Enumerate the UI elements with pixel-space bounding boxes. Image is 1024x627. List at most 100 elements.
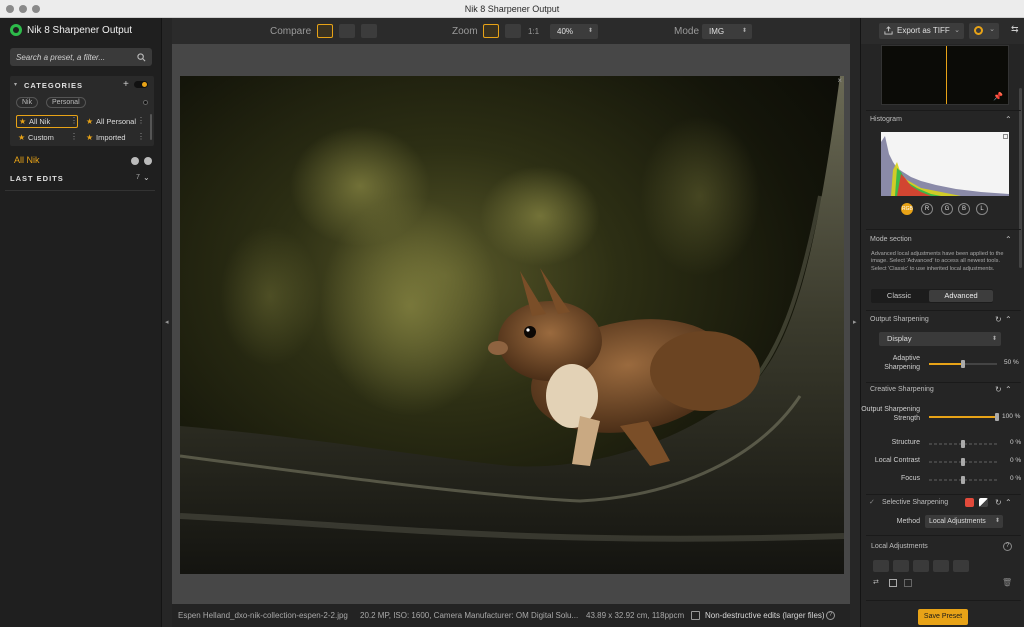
mode-advanced-button[interactable]: Advanced xyxy=(929,290,993,302)
status-metadata: 20.2 MP, ISO: 1600, Camera Manufacturer:… xyxy=(360,611,579,620)
reset-icon[interactable]: ↻ xyxy=(995,385,1002,394)
minimize-window-button[interactable] xyxy=(19,5,27,13)
categories-header: CATEGORIES xyxy=(24,81,84,90)
zoom-one-to-one-button[interactable]: 1:1 xyxy=(528,27,539,36)
mode-value: IMG xyxy=(709,27,725,36)
categories-panel: ▾ CATEGORIES + Nik Personal ★ All Nik ⋮ … xyxy=(10,76,154,146)
last-edits-header[interactable]: LAST EDITS xyxy=(10,174,64,183)
channel-r-button[interactable]: R xyxy=(921,203,933,215)
adaptive-sharpening-value: 50 % xyxy=(1004,359,1019,366)
output-sharpening-strength-slider[interactable] xyxy=(929,413,999,421)
selective-color-swatch[interactable] xyxy=(965,498,974,507)
output-type-select[interactable]: Display ⬍ xyxy=(879,332,1001,346)
category-pill-nik[interactable]: Nik xyxy=(16,97,39,108)
panel-menu-icon[interactable]: ⇆ xyxy=(1011,24,1019,35)
channel-rgb-button[interactable]: RGB xyxy=(901,203,913,215)
show-masks-icon[interactable]: ⇄ xyxy=(873,578,879,586)
collapse-right-panel-icon[interactable]: ▸ xyxy=(853,318,857,326)
category-pill-personal[interactable]: Personal xyxy=(46,97,86,108)
slider-knob[interactable] xyxy=(961,440,965,448)
reset-icon[interactable]: ↻ xyxy=(995,315,1002,324)
slider-knob[interactable] xyxy=(961,458,965,466)
prev-icon[interactable] xyxy=(131,157,139,165)
navigator-preview[interactable]: 📌 xyxy=(881,45,1009,105)
close-preview-icon[interactable]: × xyxy=(837,76,842,85)
panel-scrollbar[interactable] xyxy=(1019,88,1022,268)
zoom-fill-button[interactable] xyxy=(505,24,521,38)
preset-custom[interactable]: ★ Custom xyxy=(16,131,78,144)
pin-icon[interactable]: 📌 xyxy=(993,92,1003,101)
mask-icon[interactable] xyxy=(979,498,988,507)
search-input[interactable] xyxy=(16,52,126,62)
clipping-toggle[interactable] xyxy=(1003,134,1008,139)
categories-scrollbar[interactable] xyxy=(150,114,152,140)
mask-view-icon[interactable] xyxy=(889,579,897,587)
preset-menu-icon[interactable]: ⋮ xyxy=(137,132,145,141)
focus-slider[interactable] xyxy=(929,476,997,484)
gradient-tool[interactable] xyxy=(933,560,949,572)
trash-icon[interactable]: 🗑 xyxy=(1002,578,1012,587)
lasso-tool[interactable] xyxy=(913,560,929,572)
histogram-chart xyxy=(881,132,1009,196)
next-icon[interactable] xyxy=(144,157,152,165)
zoom-fit-button[interactable] xyxy=(483,24,499,38)
slider-knob[interactable] xyxy=(961,476,965,484)
chevron-up-icon[interactable]: ⌃ xyxy=(1005,235,1012,244)
compare-single-button[interactable] xyxy=(317,24,333,38)
close-window-button[interactable] xyxy=(6,5,14,13)
adaptive-sharpening-slider[interactable] xyxy=(929,360,997,368)
mode-classic-button[interactable]: Classic xyxy=(871,289,927,303)
help-icon[interactable]: ? xyxy=(826,611,835,620)
favorites-toggle[interactable] xyxy=(134,81,148,88)
luminosity-mask-tool[interactable] xyxy=(953,560,969,572)
nondestructive-checkbox[interactable] xyxy=(691,611,700,620)
brush-tool[interactable] xyxy=(893,560,909,572)
toggle-knob xyxy=(142,82,147,87)
preset-imported[interactable]: ★ Imported xyxy=(84,131,144,144)
channel-g-button[interactable]: G xyxy=(941,203,953,215)
category-options-icon[interactable] xyxy=(143,100,148,105)
chevron-down-icon[interactable]: ⌄ xyxy=(143,173,150,182)
mode-select[interactable]: IMG ⬍ xyxy=(702,24,752,39)
collapse-categories-icon[interactable]: ▾ xyxy=(14,81,17,88)
adaptive-sharpening-label: Adaptive Sharpening xyxy=(884,355,920,371)
slider-knob[interactable] xyxy=(961,360,965,368)
star-icon: ★ xyxy=(86,117,94,126)
export-as-tiff-button[interactable]: Export as TIFF ⌄ xyxy=(879,23,964,39)
slider-knob[interactable] xyxy=(995,413,999,421)
zoom-level-select[interactable]: 40% ⬍ xyxy=(550,24,598,39)
add-category-icon[interactable]: + xyxy=(123,79,129,90)
reset-icon[interactable]: ↻ xyxy=(995,498,1002,507)
preset-menu-icon[interactable]: ⋮ xyxy=(70,116,78,125)
compare-side-by-side-button[interactable] xyxy=(361,24,377,38)
chevron-up-icon[interactable]: ⌃ xyxy=(1005,115,1012,124)
squirrel-photo xyxy=(180,76,844,574)
channel-b-button[interactable]: B xyxy=(958,203,970,215)
processing-menu-button[interactable]: ⌄ xyxy=(969,23,999,39)
chevron-up-icon[interactable]: ⌃ xyxy=(1005,385,1012,394)
zoom-level-value: 40% xyxy=(557,27,574,36)
search-icon[interactable] xyxy=(137,52,146,62)
help-icon[interactable]: ? xyxy=(1003,542,1012,551)
zoom-window-button[interactable] xyxy=(32,5,40,13)
preset-all-personal[interactable]: ★ All Personal xyxy=(84,115,144,128)
preset-all-nik[interactable]: ★ All Nik xyxy=(16,115,78,128)
preset-menu-icon[interactable]: ⋮ xyxy=(70,132,78,141)
compare-split-button[interactable] xyxy=(339,24,355,38)
method-select[interactable]: Local Adjustments ⬍ xyxy=(925,515,1003,528)
chevron-up-icon[interactable]: ⌃ xyxy=(1005,315,1012,324)
app-logo: Nik 8 Sharpener Output xyxy=(10,24,132,36)
image-canvas[interactable]: × xyxy=(172,44,850,604)
preset-menu-icon[interactable]: ⋮ xyxy=(137,116,145,125)
structure-slider[interactable] xyxy=(929,440,997,448)
local-contrast-slider[interactable] xyxy=(929,458,997,466)
channel-l-button[interactable]: L xyxy=(976,203,988,215)
save-preset-button[interactable]: Save Preset xyxy=(918,609,968,625)
selective-sharpening-checkbox[interactable]: ✓ xyxy=(869,498,875,506)
collapse-left-panel-icon[interactable]: ◂ xyxy=(165,318,169,326)
duplicate-icon[interactable] xyxy=(904,579,912,587)
local-contrast-label: Local Contrast xyxy=(874,457,920,464)
last-edits-count: 7 xyxy=(136,174,140,181)
control-point-tool[interactable] xyxy=(873,560,889,572)
chevron-up-icon[interactable]: ⌃ xyxy=(1005,498,1012,507)
